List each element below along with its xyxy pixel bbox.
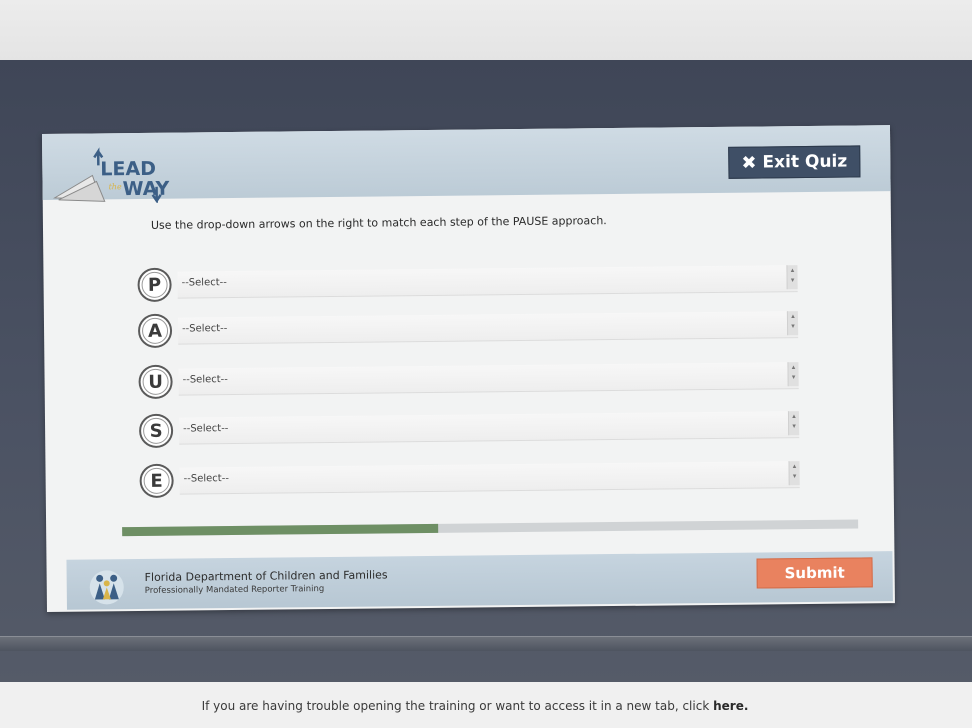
step-letter-badge: E — [139, 463, 174, 498]
step-letter-badge: A — [137, 313, 173, 349]
dropdown-arrow-icon[interactable]: ▴ ▾ — [788, 460, 800, 485]
quiz-window: LEAD the WAY ✖ Exit Quiz Use the drop-do… — [42, 125, 895, 612]
trouble-text: If you are having trouble opening the tr… — [201, 699, 710, 713]
svg-text:WAY: WAY — [122, 178, 169, 200]
step-letter-badge: U — [138, 364, 173, 400]
submit-button[interactable]: Submit — [756, 557, 873, 589]
step-select-a[interactable]: --Select-- ▴ ▾ — [177, 310, 799, 345]
dropdown-arrow-icon[interactable]: ▴ ▾ — [786, 310, 799, 335]
trouble-message: If you are having trouble opening the tr… — [0, 699, 950, 713]
dropdown-arrow-icon[interactable]: ▴ ▾ — [786, 264, 798, 289]
step-select-u[interactable]: --Select-- ▴ ▾ — [178, 361, 799, 396]
select-value: --Select-- — [183, 422, 229, 435]
quiz-header: LEAD the WAY ✖ Exit Quiz — [42, 125, 891, 204]
org-subtitle: Professionally Mandated Reporter Trainin… — [144, 584, 325, 596]
step-row-a: A --Select-- ▴ ▾ — [137, 304, 799, 351]
frame-divider — [0, 636, 972, 651]
dropdown-arrow-icon[interactable]: ▴ ▾ — [787, 410, 800, 435]
lead-the-way-logo: LEAD the WAY — [52, 147, 170, 204]
select-value: --Select-- — [183, 472, 229, 485]
quiz-progress-bar — [122, 519, 859, 537]
step-row-e: E --Select-- ▴ ▾ — [139, 454, 800, 501]
dropdown-arrow-icon[interactable]: ▴ ▾ — [787, 361, 799, 386]
step-letter-badge: P — [137, 267, 172, 303]
step-select-p[interactable]: --Select-- ▴ ▾ — [177, 264, 798, 299]
step-row-s: S --Select-- ▴ ▾ — [138, 404, 800, 451]
select-value: --Select-- — [181, 322, 228, 335]
step-select-e[interactable]: --Select-- ▴ ▾ — [179, 460, 800, 495]
step-row-u: U --Select-- ▴ ▾ — [138, 355, 799, 402]
step-letter-badge: S — [138, 413, 174, 448]
exit-quiz-label: Exit Quiz — [762, 151, 848, 173]
exit-quiz-button[interactable]: ✖ Exit Quiz — [728, 145, 861, 179]
select-value: --Select-- — [182, 373, 228, 386]
step-select-s[interactable]: --Select-- ▴ ▾ — [178, 410, 800, 445]
here-link[interactable]: here. — [713, 699, 748, 713]
progress-fill — [122, 523, 439, 537]
close-icon: ✖ — [741, 152, 757, 174]
svg-text:the: the — [109, 182, 122, 191]
dcf-family-icon — [89, 570, 124, 605]
quiz-instructions: Use the drop-down arrows on the right to… — [150, 214, 607, 232]
quiz-footer: Florida Department of Children and Famil… — [66, 551, 893, 610]
pause-steps-list: P --Select-- ▴ ▾ A --Select-- ▴ ▾ U --Sele… — [137, 258, 800, 498]
org-name: Florida Department of Children and Famil… — [144, 568, 388, 584]
select-value: --Select-- — [181, 276, 227, 289]
step-row-p: P --Select-- ▴ ▾ — [137, 258, 798, 305]
